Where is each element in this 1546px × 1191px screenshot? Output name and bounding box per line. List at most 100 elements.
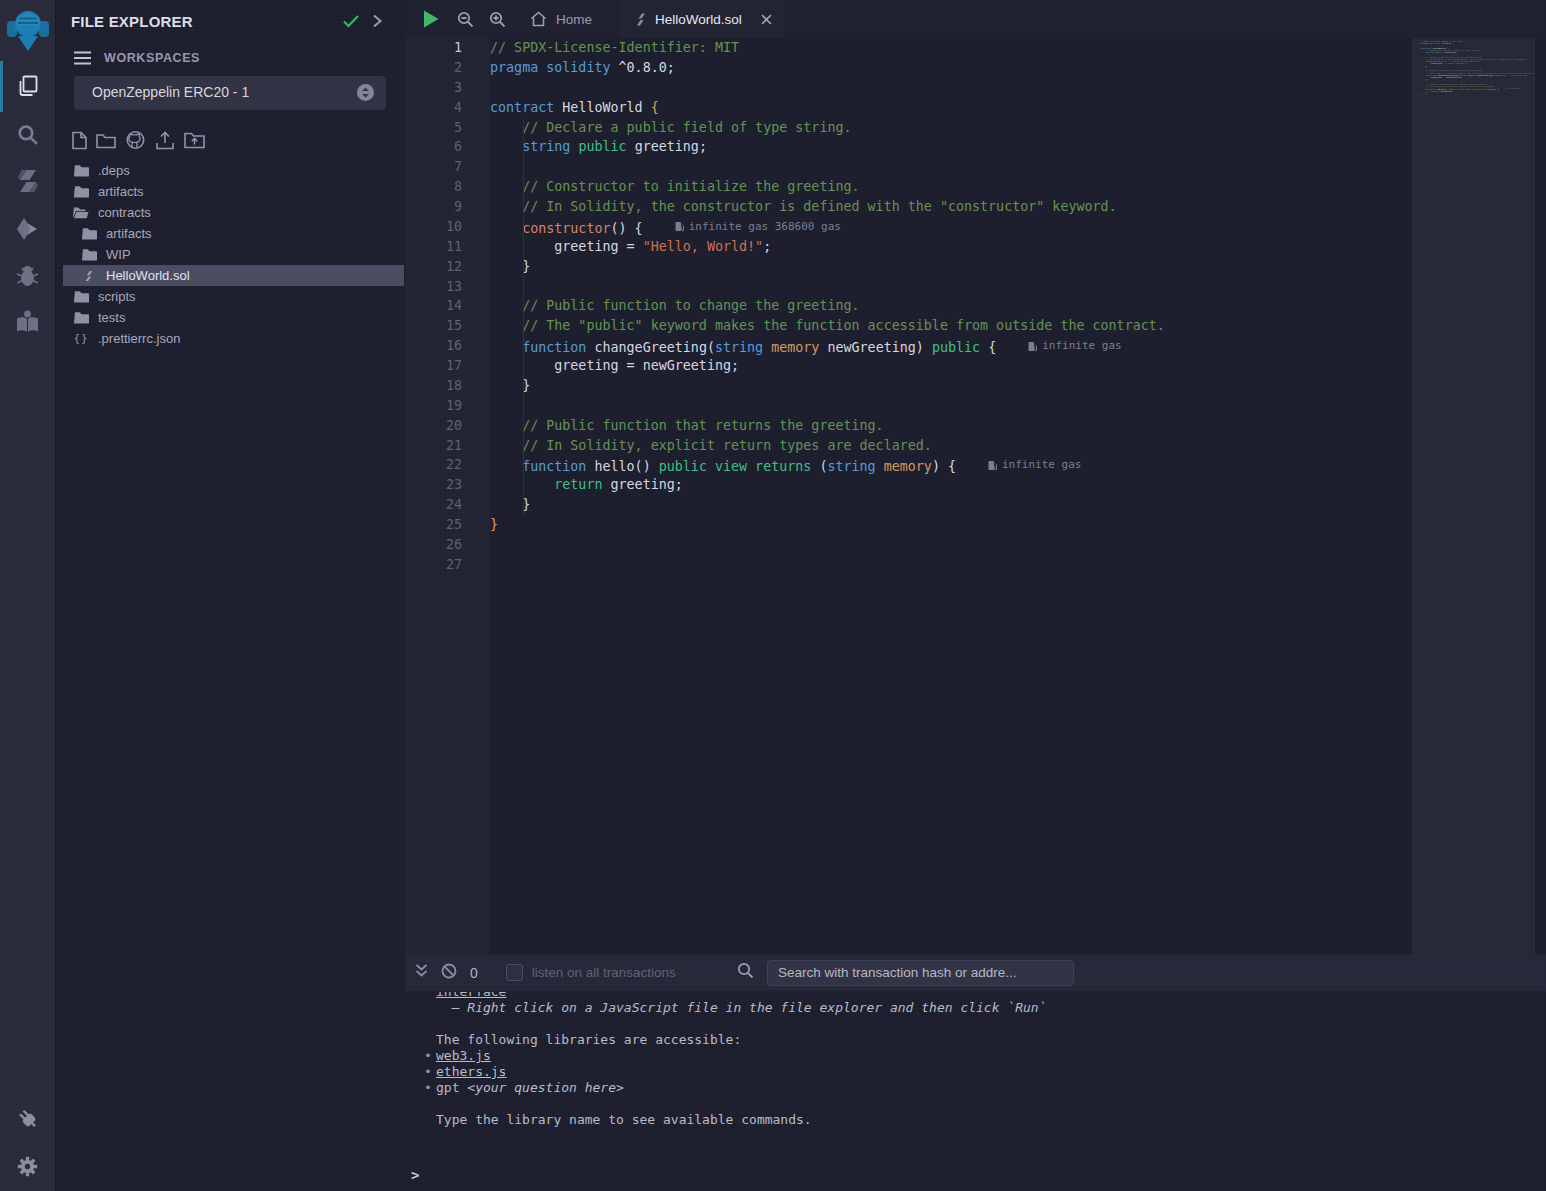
zoom-out-icon[interactable] [457, 11, 474, 32]
transaction-count: 0 [470, 965, 478, 981]
tab-home[interactable]: Home [518, 0, 621, 38]
code-line-23: return greeting; [490, 475, 1412, 495]
code-line-1: // SPDX-License-Identifier: MIT [490, 38, 1412, 58]
code-line-2: pragma solidity ^0.8.0; [490, 58, 1412, 78]
tree-item-label: scripts [98, 289, 136, 304]
line-number: 23 [446, 475, 462, 495]
line-number: 2 [454, 58, 462, 78]
gas-estimate-badge: infinite gas [1028, 336, 1121, 356]
line-number: 8 [454, 177, 462, 197]
tree-item-scripts[interactable]: scripts [63, 286, 404, 307]
line-number: 3 [454, 78, 462, 98]
workspace-select[interactable]: OpenZeppelin ERC20 - 1 [74, 76, 386, 110]
listen-transactions-label: listen on all transactions [532, 965, 676, 980]
tree-item-wip[interactable]: WIP [63, 244, 404, 265]
editor-scrollbar[interactable] [1534, 38, 1546, 955]
workspace-switch-icon[interactable] [357, 84, 374, 105]
plugin-manager-icon[interactable] [0, 1105, 55, 1133]
code-area[interactable]: // SPDX-License-Identifier: MITpragma so… [490, 38, 1412, 955]
deploy-run-icon[interactable] [0, 216, 55, 242]
tab-helloworld[interactable]: HelloWorld.sol [621, 0, 784, 38]
tree-item-contracts[interactable]: contracts [63, 202, 404, 223]
folder-icon [81, 227, 97, 240]
github-icon[interactable] [125, 130, 146, 154]
file-tree: .depsartifactscontractsartifactsWIPHello… [63, 160, 404, 349]
line-number: 16 [446, 336, 462, 356]
line-number: 9 [454, 197, 462, 217]
line-number: 10 [446, 217, 462, 237]
terminal-prompt[interactable]: > [411, 1167, 419, 1183]
minimap-line: infinite gas [1511, 74, 1527, 76]
file-explorer-icon[interactable] [0, 73, 55, 99]
tree-item-artifacts[interactable]: artifacts [63, 181, 404, 202]
tree-item-tests[interactable]: tests [63, 307, 404, 328]
code-line-11: greeting = "Hello, World!"; [490, 237, 1412, 257]
workspaces-menu-icon[interactable] [73, 50, 92, 70]
terminal-line: – Right click on a JavaScript file in th… [436, 1000, 1046, 1016]
tab-close-icon[interactable] [760, 13, 773, 26]
tree-item-artifacts[interactable]: artifacts [63, 223, 404, 244]
upload-file-icon[interactable] [155, 131, 175, 154]
line-number: 19 [446, 396, 462, 416]
tree-item-label: tests [98, 310, 125, 325]
debugger-icon[interactable] [0, 262, 55, 289]
terminal-search-icon [737, 962, 754, 983]
new-folder-icon[interactable] [96, 132, 116, 153]
code-line-20: // Public function that returns the gree… [490, 416, 1412, 436]
line-number: 15 [446, 316, 462, 336]
code-line-13 [490, 277, 1412, 297]
folder-icon [73, 290, 89, 303]
code-line-3 [490, 78, 1412, 98]
tab-home-label: Home [556, 12, 592, 27]
minimap-line: infinite gas [1505, 88, 1521, 90]
tree-item--prettierrc-json[interactable]: {}.prettierrc.json [63, 328, 404, 349]
code-line-14: // Public function to change the greetin… [490, 296, 1412, 316]
run-play-button[interactable] [422, 9, 440, 33]
code-line-26 [490, 535, 1412, 555]
line-number: 12 [446, 257, 462, 277]
code-line-5: // Declare a public field of type string… [490, 118, 1412, 138]
code-line-25: } [490, 515, 1412, 535]
line-number: 14 [446, 296, 462, 316]
code-line-15: // The "public" keyword makes the functi… [490, 316, 1412, 336]
tree-item-label: HelloWorld.sol [106, 268, 190, 283]
search-icon[interactable] [0, 122, 55, 147]
folder-icon [81, 248, 97, 261]
terminal-search-input[interactable] [767, 960, 1074, 986]
check-icon[interactable] [342, 13, 360, 33]
upload-folder-icon[interactable] [184, 131, 205, 153]
terminal-line: •gpt <your question here> [436, 1080, 1046, 1096]
clear-console-icon[interactable] [441, 963, 457, 983]
code-line-7 [490, 157, 1412, 177]
zoom-in-icon[interactable] [489, 11, 506, 32]
editor-region: Home HelloWorld.sol 12345678910111213141… [405, 0, 1546, 955]
activity-bar [0, 0, 55, 1191]
folder-icon [73, 185, 89, 198]
line-number: 26 [446, 535, 462, 555]
listen-transactions-checkbox[interactable] [506, 964, 523, 981]
gas-estimate-badge: infinite gas 368600 gas [675, 217, 841, 237]
code-line-27 [490, 555, 1412, 575]
solidity-compiler-icon[interactable] [0, 167, 55, 195]
minimap[interactable]: // SPDX-License-Identifier: MITpragma so… [1412, 38, 1541, 955]
learneth-icon[interactable] [0, 308, 55, 335]
settings-gear-icon[interactable] [0, 1153, 55, 1180]
tree-item-label: artifacts [106, 226, 152, 241]
collapse-chevron-icon[interactable] [371, 13, 383, 33]
line-number: 24 [446, 495, 462, 515]
tree-item-helloworld-sol[interactable]: HelloWorld.sol [63, 265, 404, 286]
terminal-output[interactable]: interface – Right click on a JavaScript … [405, 992, 1546, 1191]
code-line-22: function hello() public view returns (st… [490, 455, 1412, 475]
line-number: 11 [446, 237, 462, 257]
terminal-line [436, 1016, 1046, 1032]
tree-item-label: WIP [106, 247, 131, 262]
terminal-line: interface [436, 992, 1046, 1000]
line-number: 27 [446, 555, 462, 575]
line-number: 21 [446, 436, 462, 456]
solidity-icon [81, 269, 97, 283]
terminal-expand-icon[interactable] [414, 963, 429, 982]
line-number: 4 [454, 98, 462, 118]
tree-item--deps[interactable]: .deps [63, 160, 404, 181]
remix-logo-icon[interactable] [0, 7, 55, 53]
new-file-icon[interactable] [72, 131, 87, 154]
